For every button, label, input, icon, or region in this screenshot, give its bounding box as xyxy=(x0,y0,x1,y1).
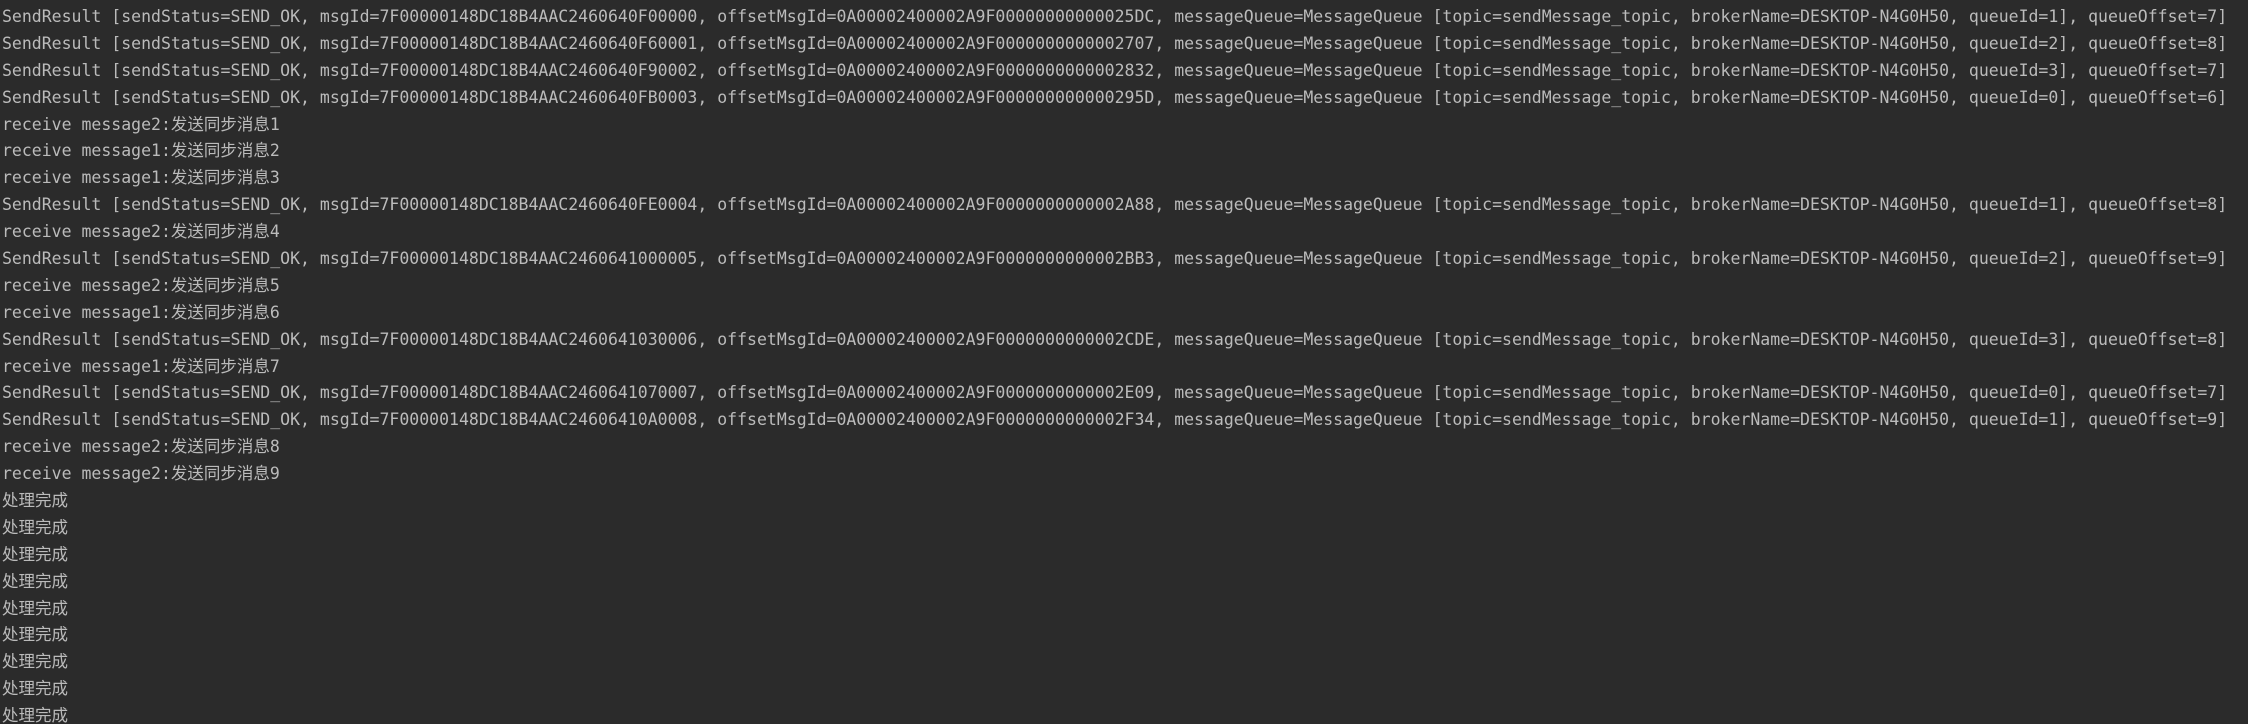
console-line: SendResult [sendStatus=SEND_OK, msgId=7F… xyxy=(2,383,2228,403)
console-line: 处理完成 xyxy=(2,706,68,724)
console-line: receive message1:发送同步消息7 xyxy=(2,356,280,376)
console-line: 处理完成 xyxy=(2,544,68,564)
console-line: SendResult [sendStatus=SEND_OK, msgId=7F… xyxy=(2,33,2228,53)
console-line: receive message1:发送同步消息2 xyxy=(2,141,280,161)
console-line: 处理完成 xyxy=(2,491,68,511)
console-line: SendResult [sendStatus=SEND_OK, msgId=7F… xyxy=(2,329,2228,349)
console-line: receive message2:发送同步消息1 xyxy=(2,114,280,134)
console-line: receive message2:发送同步消息8 xyxy=(2,437,280,457)
console-line: 处理完成 xyxy=(2,652,68,672)
console-line: 处理完成 xyxy=(2,625,68,645)
console-line: receive message2:发送同步消息4 xyxy=(2,222,280,242)
console-output[interactable]: SendResult [sendStatus=SEND_OK, msgId=7F… xyxy=(0,0,2248,724)
console-line: receive message2:发送同步消息9 xyxy=(2,464,280,484)
console-line: SendResult [sendStatus=SEND_OK, msgId=7F… xyxy=(2,410,2228,430)
console-line: 处理完成 xyxy=(2,571,68,591)
console-line: 处理完成 xyxy=(2,598,68,618)
console-line: SendResult [sendStatus=SEND_OK, msgId=7F… xyxy=(2,7,2228,26)
console-line: 处理完成 xyxy=(2,679,68,699)
console-line: SendResult [sendStatus=SEND_OK, msgId=7F… xyxy=(2,60,2228,80)
console-line: receive message1:发送同步消息3 xyxy=(2,168,280,188)
console-line: SendResult [sendStatus=SEND_OK, msgId=7F… xyxy=(2,249,2228,269)
console-line: SendResult [sendStatus=SEND_OK, msgId=7F… xyxy=(2,195,2228,215)
console-line: SendResult [sendStatus=SEND_OK, msgId=7F… xyxy=(2,87,2228,107)
console-line: receive message2:发送同步消息5 xyxy=(2,275,280,295)
console-line: receive message1:发送同步消息6 xyxy=(2,302,280,322)
console-line: 处理完成 xyxy=(2,517,68,537)
